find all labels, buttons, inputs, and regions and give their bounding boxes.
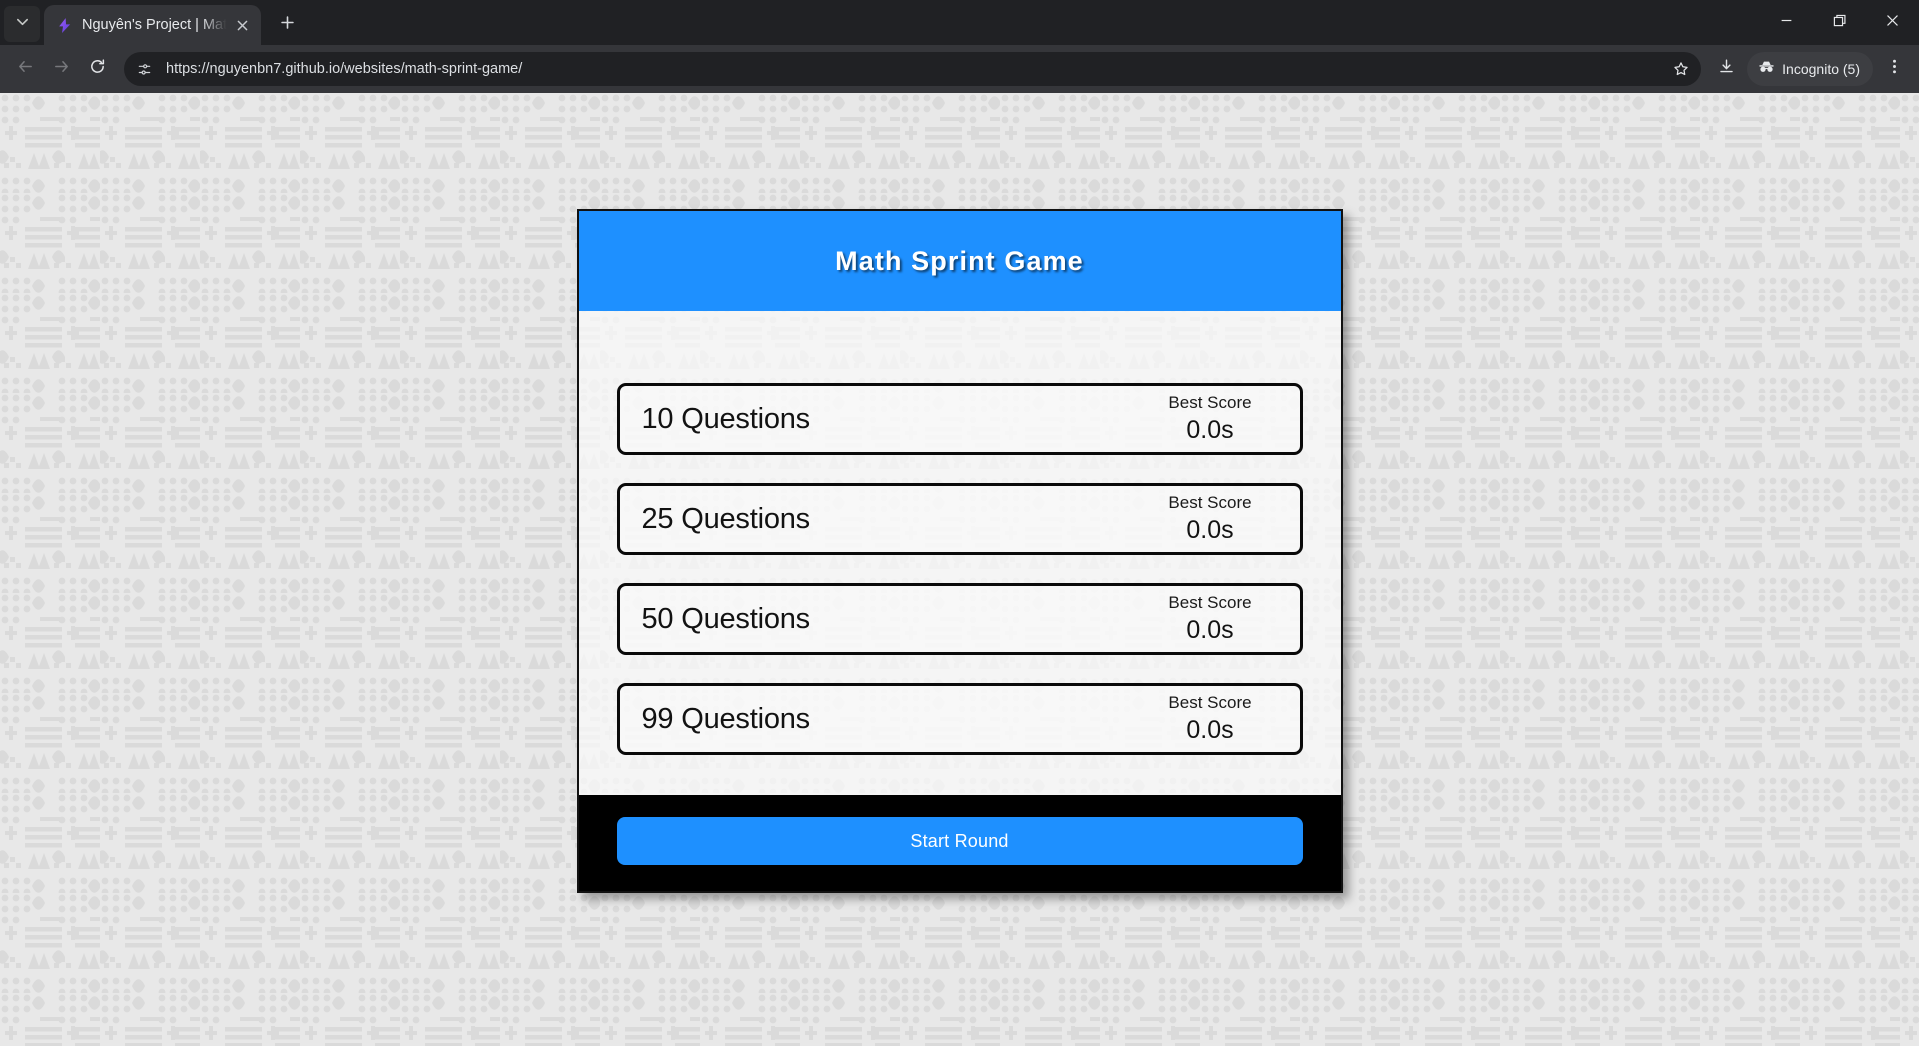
back-button[interactable]: [8, 52, 42, 86]
math-sprint-game-card: Math Sprint Game 10 Questions Best Score…: [576, 209, 1343, 893]
question-option-label: 10 Questions: [641, 402, 811, 435]
minimize-button[interactable]: [1760, 0, 1813, 45]
browser-menu-button[interactable]: [1877, 52, 1911, 86]
question-option-label: 99 Questions: [641, 702, 811, 735]
question-option-label: 25 Questions: [641, 502, 811, 535]
tab-strip: Nguyên's Project | Math Sprint Game: [0, 0, 1919, 45]
game-footer: Start Round: [578, 795, 1341, 891]
browser-toolbar: https://nguyenbn7.github.io/websites/mat…: [0, 45, 1919, 93]
tab-close-button[interactable]: [231, 14, 253, 36]
question-option-99[interactable]: 99 Questions Best Score 0.0s: [616, 683, 1303, 755]
best-score-label: Best Score: [1168, 392, 1252, 412]
incognito-indicator[interactable]: Incognito (5): [1747, 52, 1873, 86]
tab-search-button[interactable]: [4, 6, 40, 42]
question-option-50[interactable]: 50 Questions Best Score 0.0s: [616, 583, 1303, 655]
incognito-label: Incognito (5): [1782, 61, 1860, 77]
forward-button[interactable]: [44, 52, 78, 86]
best-score-value: 0.0s: [1186, 615, 1234, 644]
vite-lightning-icon: [56, 17, 73, 34]
window-controls: [1760, 0, 1919, 45]
tab-title: Nguyên's Project | Math Sprint Game: [82, 17, 231, 33]
arrow-left-icon: [17, 58, 34, 80]
question-option-label: 50 Questions: [641, 602, 811, 635]
best-score: Best Score 0.0s: [1143, 392, 1278, 446]
address-bar[interactable]: https://nguyenbn7.github.io/websites/mat…: [124, 52, 1702, 86]
close-icon: [1886, 14, 1899, 32]
page-viewport: Math Sprint Game 10 Questions Best Score…: [0, 93, 1919, 1046]
chevron-down-icon: [15, 14, 30, 34]
page-settings-icon[interactable]: [130, 55, 158, 83]
best-score-value: 0.0s: [1186, 415, 1234, 444]
incognito-spy-icon: [1758, 58, 1775, 80]
best-score-label: Best Score: [1168, 692, 1252, 712]
download-button[interactable]: [1709, 52, 1743, 86]
browser-window: Nguyên's Project | Math Sprint Game: [0, 0, 1919, 1046]
best-score-label: Best Score: [1168, 592, 1252, 612]
question-option-25[interactable]: 25 Questions Best Score 0.0s: [616, 483, 1303, 555]
plus-icon: [280, 15, 295, 35]
best-score-label: Best Score: [1168, 492, 1252, 512]
game-header: Math Sprint Game: [578, 211, 1341, 311]
close-window-button[interactable]: [1866, 0, 1919, 45]
arrow-right-icon: [53, 58, 70, 80]
start-round-button[interactable]: Start Round: [616, 817, 1303, 865]
page-title: Math Sprint Game: [835, 245, 1084, 276]
new-tab-button[interactable]: [270, 8, 304, 42]
best-score: Best Score 0.0s: [1143, 592, 1278, 646]
best-score-value: 0.0s: [1186, 515, 1234, 544]
minimize-icon: [1780, 14, 1793, 32]
best-score: Best Score 0.0s: [1143, 492, 1278, 546]
three-dot-menu-icon: [1886, 58, 1903, 80]
reload-icon: [89, 58, 106, 80]
restore-icon: [1833, 14, 1846, 32]
maximize-button[interactable]: [1813, 0, 1866, 45]
reload-button[interactable]: [80, 52, 114, 86]
url-text[interactable]: https://nguyenbn7.github.io/websites/mat…: [166, 61, 1667, 77]
download-icon: [1718, 58, 1735, 80]
question-option-10[interactable]: 10 Questions Best Score 0.0s: [616, 383, 1303, 455]
star-icon[interactable]: [1667, 55, 1695, 83]
best-score: Best Score 0.0s: [1143, 692, 1278, 746]
browser-tab[interactable]: Nguyên's Project | Math Sprint Game: [44, 5, 261, 45]
best-score-value: 0.0s: [1186, 715, 1234, 744]
question-options-list: 10 Questions Best Score 0.0s 25 Question…: [579, 311, 1341, 795]
